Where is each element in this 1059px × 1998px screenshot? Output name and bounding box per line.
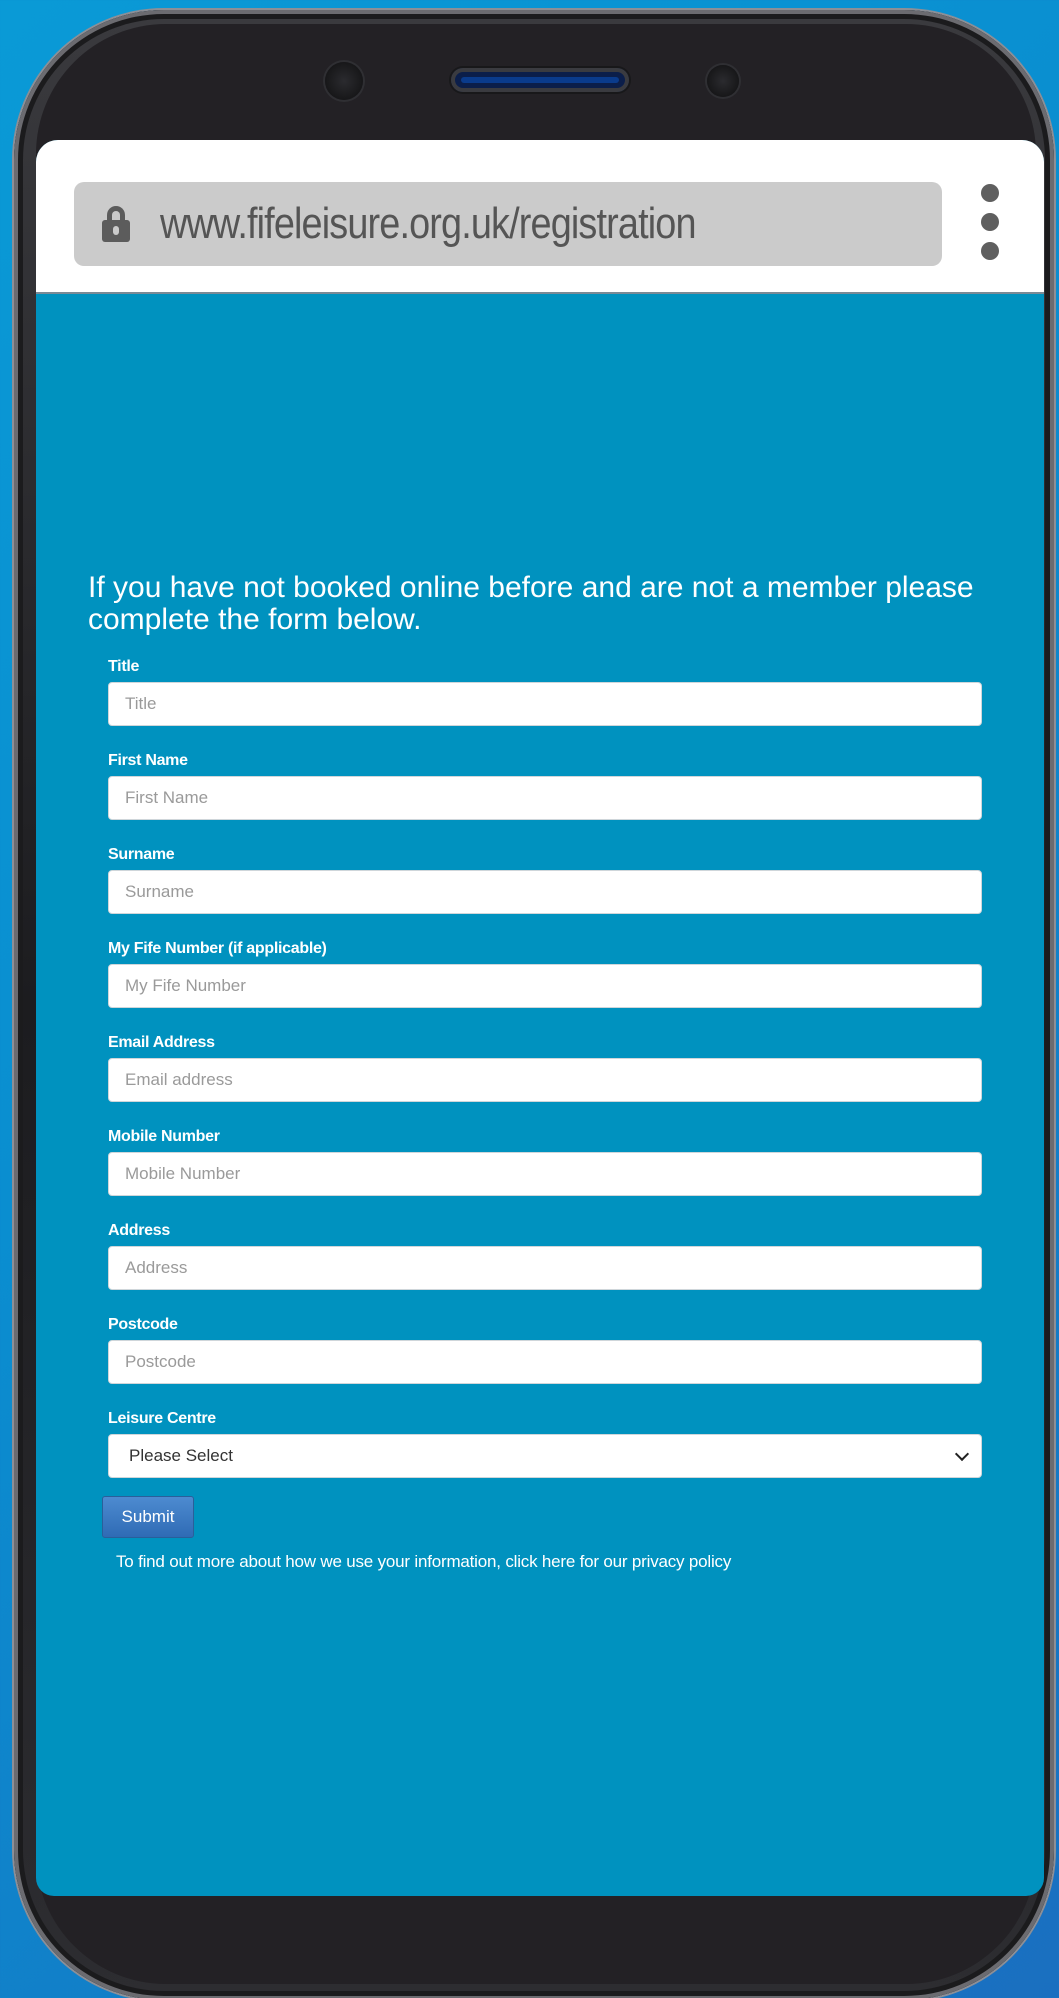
leisure-centre-select[interactable]: Please Select (108, 1434, 982, 1478)
browser-toolbar: www.fifeleisure.org.uk/registration (36, 140, 1044, 294)
field-label: First Name (108, 752, 188, 769)
field-label: Email Address (108, 1034, 215, 1051)
lock-icon (102, 206, 130, 242)
more-vert-icon[interactable] (980, 184, 1000, 260)
field-label: Postcode (108, 1316, 178, 1333)
field-label: Surname (108, 846, 175, 863)
my-fife-number-input[interactable] (108, 964, 982, 1008)
phone-screen: www.fifeleisure.org.uk/registration If y… (36, 140, 1044, 1896)
title-input[interactable] (108, 682, 982, 726)
address-bar[interactable]: www.fifeleisure.org.uk/registration (74, 182, 942, 266)
field-first-name: First Name (108, 750, 982, 820)
field-label: Address (108, 1222, 170, 1239)
surname-input[interactable] (108, 870, 982, 914)
field-my-fife-number: My Fife Number (if applicable) (108, 938, 982, 1008)
earpiece-speaker (451, 68, 629, 92)
privacy-policy-link[interactable]: To find out more about how we use your i… (116, 1552, 982, 1572)
first-name-input[interactable] (108, 776, 982, 820)
field-email: Email Address (108, 1032, 982, 1102)
field-title: Title (108, 656, 982, 726)
field-leisure-centre: Leisure Centre Please Select (108, 1408, 982, 1478)
registration-form: Title First Name Surname My Fife Number … (102, 656, 982, 1572)
intro-text: If you have not booked online before and… (88, 571, 974, 636)
email-input[interactable] (108, 1058, 982, 1102)
field-label: Title (108, 658, 140, 675)
chevron-down-icon (954, 1446, 970, 1462)
select-value: Please Select (129, 1446, 233, 1465)
field-surname: Surname (108, 844, 982, 914)
field-label: Leisure Centre (108, 1410, 216, 1427)
address-input[interactable] (108, 1246, 982, 1290)
submit-button[interactable]: Submit (102, 1496, 194, 1538)
field-address: Address (108, 1220, 982, 1290)
field-label: Mobile Number (108, 1128, 220, 1145)
proximity-sensor (707, 65, 739, 97)
mobile-number-input[interactable] (108, 1152, 982, 1196)
field-mobile: Mobile Number (108, 1126, 982, 1196)
front-camera (325, 62, 363, 100)
field-postcode: Postcode (108, 1314, 982, 1384)
url-text[interactable]: www.fifeleisure.org.uk/registration (160, 199, 697, 249)
field-label: My Fife Number (if applicable) (108, 940, 327, 957)
postcode-input[interactable] (108, 1340, 982, 1384)
